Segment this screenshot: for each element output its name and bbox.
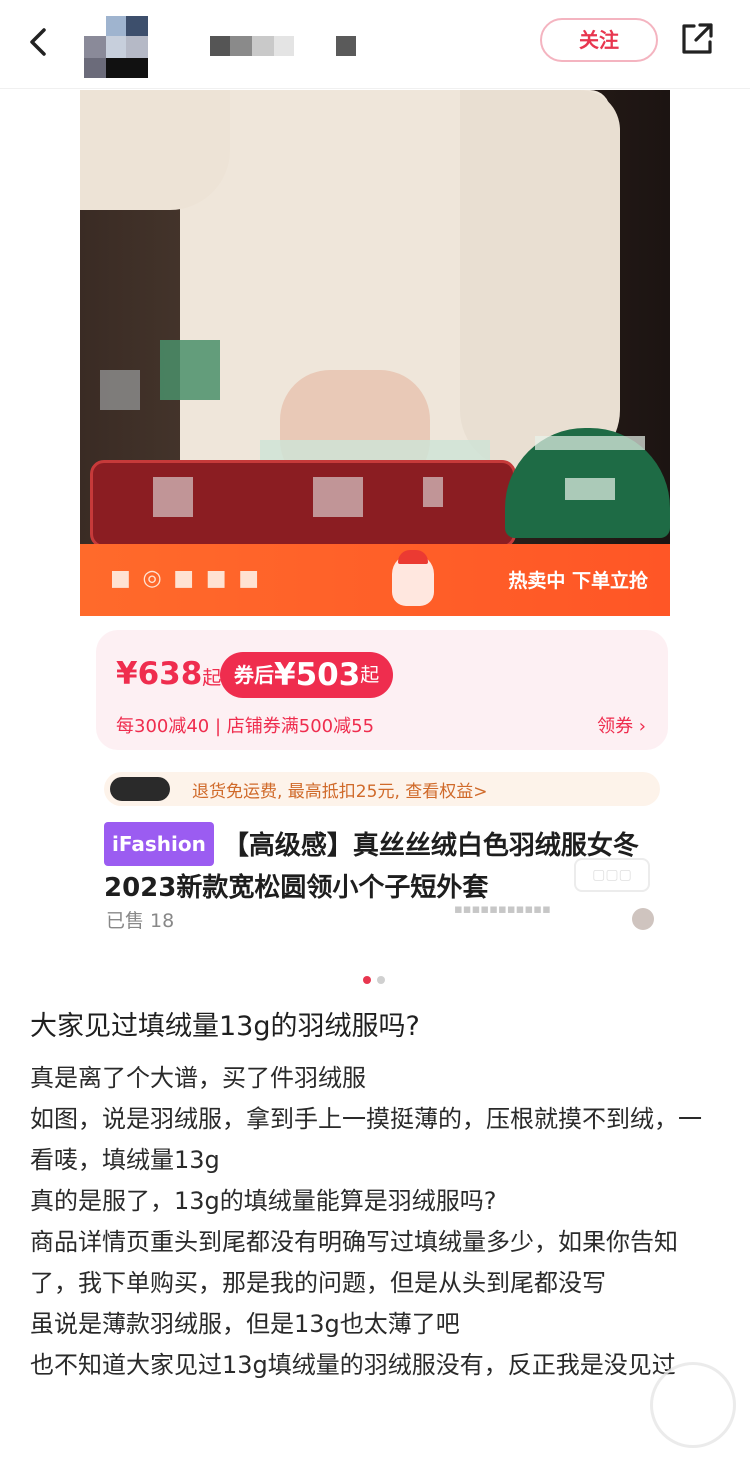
return-text: 退货免运费, 最高抵扣25元, 查看权益> [192, 782, 488, 802]
carousel-indicator [363, 969, 391, 988]
sold-count: 已售 18 [106, 910, 175, 932]
watermark-avatar [632, 908, 654, 930]
share-icon[interactable] [678, 20, 716, 58]
ifashion-tag: iFashion [104, 822, 214, 866]
avatar[interactable] [84, 16, 148, 78]
carousel-dot[interactable] [377, 976, 385, 984]
original-price: ¥638起 [116, 656, 222, 692]
snowman-icon [392, 550, 434, 606]
post-line: 真的是服了，13g的填绒量能算是羽绒服吗? [30, 1187, 497, 1215]
username[interactable] [210, 36, 370, 56]
news-watermark-icon [650, 1362, 736, 1448]
post-line: 也不知道大家见过13g填绒量的羽绒服没有，反正我是没见过 [30, 1351, 676, 1379]
live-banner: ■ ◎ ■ ■ ■ 热卖中 下单立抢 [80, 544, 670, 616]
product-photo [80, 90, 670, 544]
post-line: 如图，说是羽绒服，拿到手上一摸挺薄的，压根就摸不到绒，一看唛，填绒量13g [30, 1105, 702, 1174]
post-body: 真是离了个大谱，买了件羽绒服 如图，说是羽绒服，拿到手上一摸挺薄的，压根就摸不到… [30, 1058, 720, 1386]
carousel-dot-active[interactable] [363, 976, 371, 984]
banner-logo: ■ ◎ ■ ■ ■ [110, 566, 261, 591]
top-bar: 关注 [0, 0, 750, 89]
price-card: ¥638起 券后¥503起 每300减40 | 店铺券满500减55 领券 › [96, 630, 668, 750]
watermark-box: ▢▢▢ [574, 858, 650, 892]
post-line: 虽说是薄款羽绒服，但是13g也太薄了吧 [30, 1310, 460, 1338]
return-shipping-bar[interactable]: 退货免运费, 最高抵扣25元, 查看权益> [104, 772, 660, 806]
live-price-bar [90, 460, 516, 544]
post-line: 商品详情页重头到尾都没有明确写过填绒量多少，如果你告知了，我下单购买，那是我的问… [30, 1228, 678, 1297]
back-icon[interactable] [22, 22, 56, 62]
banner-hot-text: 热卖中 下单立抢 [508, 570, 648, 592]
follow-button[interactable]: 关注 [540, 18, 658, 62]
coupon-price-badge: 券后¥503起 [220, 652, 394, 698]
promo-text: 每300减40 | 店铺券满500减55 [116, 716, 375, 737]
post-title: 大家见过填绒量13g的羽绒服吗? [30, 1011, 420, 1042]
post-line: 真是离了个大谱，买了件羽绒服 [30, 1064, 366, 1092]
product-screenshot[interactable]: ■ ◎ ■ ■ ■ 热卖中 下单立抢 ¥638起 券后¥503起 每300减40… [80, 90, 670, 938]
watermark-text: ▪▪▪▪▪▪▪▪▪▪▪ [454, 902, 551, 917]
get-coupon-link[interactable]: 领券 › [597, 712, 646, 738]
